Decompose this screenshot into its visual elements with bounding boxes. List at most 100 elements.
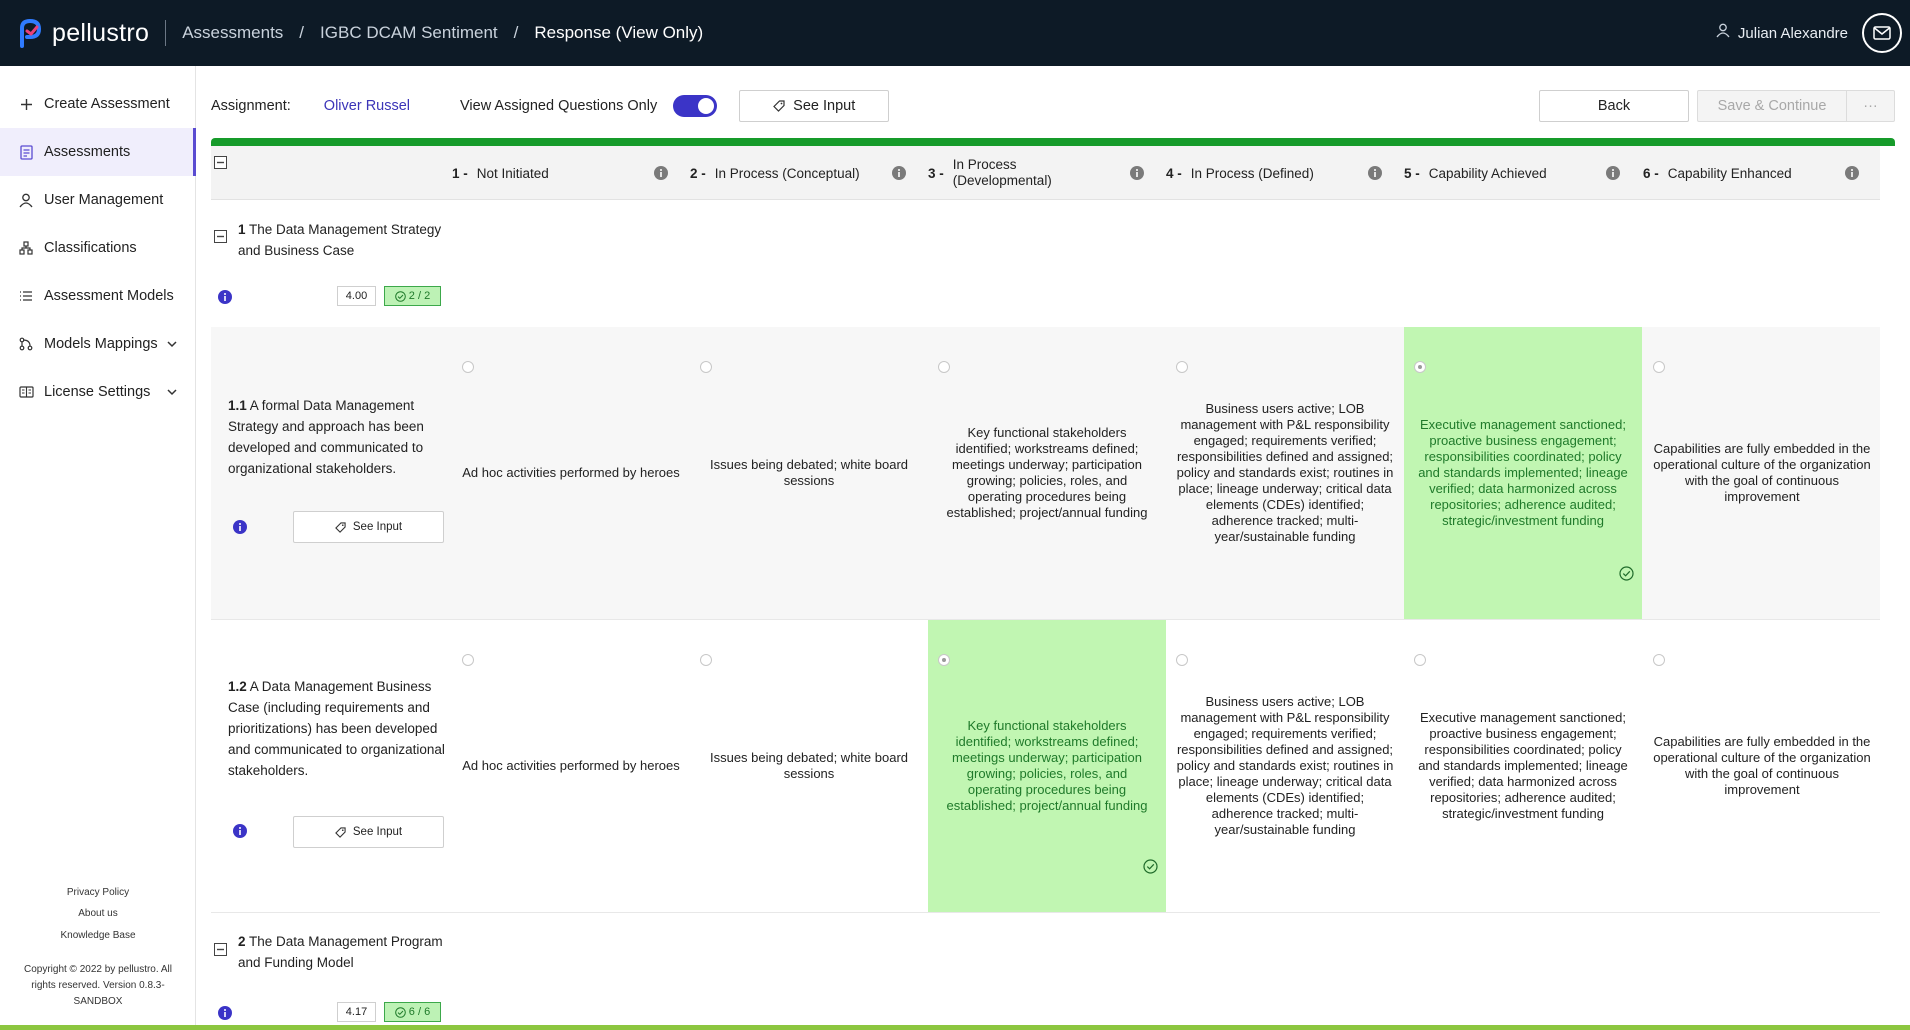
back-button[interactable]: Back [1539, 90, 1689, 122]
assessment-grid: 1 - Not Initiated 2 - In Process (Concep… [211, 146, 1880, 1025]
breadcrumb-assessment-name[interactable]: IGBC DCAM Sentiment [320, 23, 498, 43]
sidebar-item-models-mappings[interactable]: Models Mappings [0, 320, 195, 368]
knowledge-base-link[interactable]: Knowledge Base [0, 929, 196, 943]
mail-icon [1873, 26, 1891, 40]
sidebar-item-label: Assessment Models [44, 288, 174, 304]
level-option-1[interactable]: Ad hoc activities performed by heroes [452, 620, 690, 912]
option-text: Issues being debated; white board sessio… [709, 750, 909, 781]
user-menu[interactable]: Julian Alexandre [1716, 13, 1902, 53]
level-option-4[interactable]: Business users active; LOB management wi… [1166, 620, 1404, 912]
pellustro-logo-icon [18, 18, 44, 48]
question-number: 1.1 [228, 398, 247, 413]
radio-button[interactable] [938, 654, 950, 666]
sidebar-item-license-settings[interactable]: License Settings [0, 368, 195, 416]
chevron-down-icon [167, 384, 177, 400]
info-icon[interactable] [892, 166, 906, 183]
info-icon[interactable] [1845, 166, 1859, 183]
level-label: Capability Achieved [1428, 165, 1547, 181]
level-label: In Process (Defined) [1190, 165, 1314, 181]
level-option-6[interactable]: Capabilities are fully embedded in the o… [1643, 327, 1881, 619]
check-circle-icon [1619, 566, 1634, 585]
privacy-policy-link[interactable]: Privacy Policy [0, 886, 196, 900]
level-header-2: 2 - In Process (Conceptual) [690, 146, 916, 200]
maturity-levels-header: 1 - Not Initiated 2 - In Process (Concep… [211, 146, 1880, 200]
level-option-5-selected[interactable]: Executive management sanctioned; proacti… [1404, 327, 1642, 619]
assigned-only-toggle[interactable] [673, 95, 718, 117]
radio-button[interactable] [1176, 361, 1188, 373]
hierarchy-icon [18, 240, 34, 256]
level-option-2[interactable]: Issues being debated; white board sessio… [690, 620, 928, 912]
section-title: 2 The Data Management Program and Fundin… [238, 931, 458, 973]
radio-button[interactable] [1414, 654, 1426, 666]
messages-button[interactable] [1862, 13, 1902, 53]
radio-button[interactable] [1176, 654, 1188, 666]
level-header-1: 1 - Not Initiated [452, 146, 678, 200]
question-text: 1.1 A formal Data Management Strategy an… [228, 395, 454, 479]
level-header-5: 5 - Capability Achieved [1404, 146, 1630, 200]
radio-button[interactable] [700, 361, 712, 373]
info-icon[interactable] [1130, 166, 1144, 183]
level-number: 1 - [452, 165, 468, 181]
save-continue-button[interactable]: Save & Continue [1697, 90, 1847, 122]
breadcrumb-current: Response (View Only) [534, 23, 704, 42]
radio-button[interactable] [1653, 654, 1665, 666]
radio-button[interactable] [1414, 361, 1426, 373]
level-option-3[interactable]: Key functional stakeholders identified; … [928, 327, 1166, 619]
info-icon[interactable] [218, 290, 232, 309]
sidebar-item-user-management[interactable]: User Management [0, 176, 195, 224]
level-option-6[interactable]: Capabilities are fully embedded in the o… [1643, 620, 1881, 912]
info-icon[interactable] [1606, 166, 1620, 183]
info-icon[interactable] [233, 824, 247, 843]
breadcrumb-separator: / [513, 23, 519, 42]
info-icon[interactable] [654, 166, 668, 183]
bottom-accent-line [0, 1025, 1910, 1030]
more-options-button[interactable]: ··· [1847, 90, 1895, 122]
level-label: In Process (Conceptual) [714, 165, 860, 181]
radio-button[interactable] [462, 361, 474, 373]
sidebar-item-assessment-models[interactable]: Assessment Models [0, 272, 195, 320]
level-option-2[interactable]: Issues being debated; white board sessio… [690, 327, 928, 619]
info-icon[interactable] [233, 520, 247, 539]
level-option-4[interactable]: Business users active; LOB management wi… [1166, 327, 1404, 619]
sidebar-item-assessments[interactable]: Assessments [0, 128, 196, 176]
section-number: 2 [238, 934, 246, 949]
sidebar-item-label: Create Assessment [44, 96, 170, 112]
assignment-label: Assignment: [211, 98, 291, 114]
option-text: Business users active; LOB management wi… [1176, 401, 1394, 544]
sidebar-item-classifications[interactable]: Classifications [0, 224, 195, 272]
see-input-button[interactable]: See Input [739, 90, 890, 122]
level-option-1[interactable]: Ad hoc activities performed by heroes [452, 327, 690, 619]
radio-button[interactable] [938, 361, 950, 373]
level-number: 4 - [1166, 165, 1182, 181]
question-see-input-button[interactable]: See Input [293, 511, 444, 543]
collapse-all-icon[interactable] [214, 156, 227, 174]
plus-icon [18, 96, 34, 112]
completion-badge: 6 / 6 [384, 1002, 441, 1022]
question-see-input-button[interactable]: See Input [293, 816, 444, 848]
breadcrumb-assessments[interactable]: Assessments [182, 23, 283, 43]
level-option-3-selected[interactable]: Key functional stakeholders identified; … [928, 620, 1166, 912]
about-us-link[interactable]: About us [0, 907, 196, 921]
assignee-link[interactable]: Oliver Russel [324, 98, 410, 114]
radio-button[interactable] [700, 654, 712, 666]
radio-button[interactable] [1653, 361, 1665, 373]
collapse-icon[interactable] [214, 943, 227, 961]
info-icon[interactable] [218, 1006, 232, 1025]
section-title-text: The Data Management Program and Funding … [238, 934, 443, 970]
sidebar-item-create-assessment[interactable]: Create Assessment [0, 80, 195, 128]
assigned-only-label: View Assigned Questions Only [460, 98, 658, 114]
radio-button[interactable] [462, 654, 474, 666]
brand-name: pellustro [52, 18, 150, 47]
section-score: 4.17 [337, 1002, 376, 1022]
collapse-icon[interactable] [214, 230, 227, 248]
level-number: 6 - [1643, 165, 1659, 181]
level-option-5[interactable]: Executive management sanctioned; proacti… [1404, 620, 1642, 912]
level-number: 2 - [690, 165, 706, 181]
brand-logo[interactable]: pellustro [18, 0, 149, 66]
user-icon [1716, 23, 1730, 43]
question-text-body: A formal Data Management Strategy and ap… [228, 398, 424, 476]
completion-progress-bar [211, 138, 1895, 146]
breadcrumb-separator: / [299, 23, 305, 42]
info-icon[interactable] [1368, 166, 1382, 183]
section-score: 4.00 [337, 286, 376, 306]
